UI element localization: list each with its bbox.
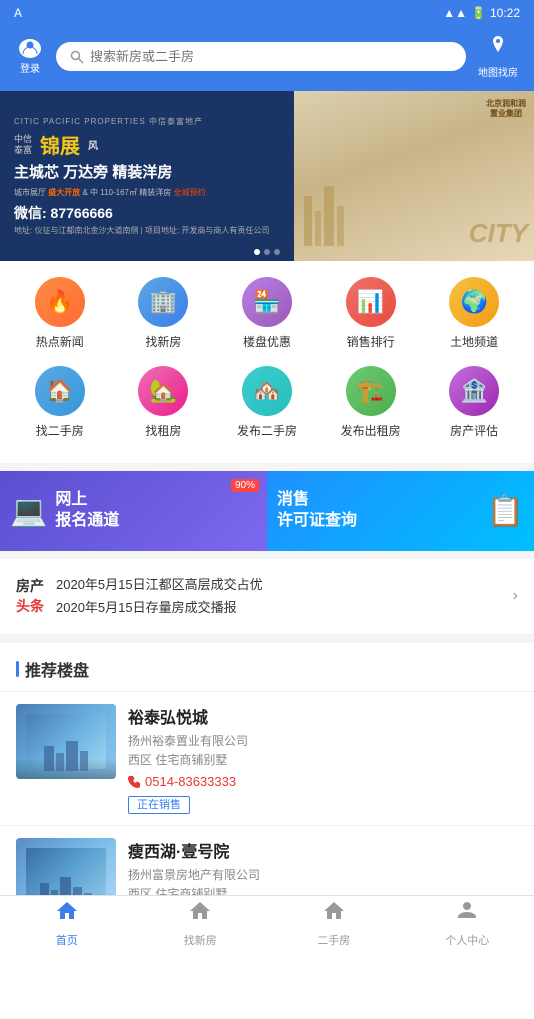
second-hand-nav-icon xyxy=(322,899,346,929)
new-house-nav-icon xyxy=(188,899,212,929)
map-button[interactable]: 地图找房 xyxy=(474,34,522,79)
property-area-1: 西区 住宅商铺别墅 xyxy=(128,751,518,768)
discount-icon: 🏪 xyxy=(242,277,292,327)
nav-home-label: 首页 xyxy=(56,932,78,948)
recommend-title: 推荐楼盘 xyxy=(25,657,89,681)
nav-profile-label: 个人中心 xyxy=(445,932,489,948)
banner-address: 地址: 仪征与江都南北金沙大道南侧 | 项目地址: 开发商与商人有责任公司 xyxy=(14,225,280,236)
time-display: 10:22 xyxy=(490,6,520,20)
second-hand-icon: 🏠 xyxy=(35,366,85,416)
wifi-icon: ▲▲ xyxy=(443,6,467,20)
status-badge-1: 正在销售 xyxy=(128,796,190,814)
land-icon: 🌍 xyxy=(449,277,499,327)
cat-second-hand[interactable]: 🏠 找二手房 xyxy=(20,366,100,439)
category-section: 🔥 热点新闻 🏢 找新房 🏪 楼盘优惠 📊 销售排行 🌍 土地频道 🏠 找二手房… xyxy=(0,261,534,463)
nav-new-house-label: 找新房 xyxy=(184,932,217,948)
hot-news-icon: 🔥 xyxy=(35,277,85,327)
news-list: 2020年5月15日江都区高层成交占优 2020年5月15日存量房成交播报 xyxy=(56,573,501,620)
profile-nav-icon xyxy=(455,899,479,929)
banner-slogan: 主城芯 万达旁 精装洋房 xyxy=(14,162,280,183)
cat-publish-rent[interactable]: 🏗️ 发布出租房 xyxy=(331,366,411,439)
promo-left-line1: 网上 xyxy=(55,490,119,511)
nav-new-house[interactable]: 找新房 xyxy=(134,896,268,950)
property-status-1: 正在销售 xyxy=(128,795,518,813)
property-image-1 xyxy=(16,704,116,779)
banner-phone: 微信: 87766666 xyxy=(14,203,280,223)
category-row-1: 🔥 热点新闻 🏢 找新房 🏪 楼盘优惠 📊 销售排行 🌍 土地频道 xyxy=(8,277,526,350)
banner[interactable]: CITIC PACIFIC PROPERTIES 中信泰富地产 中信泰富 锦展 … xyxy=(0,91,534,261)
property-name-2: 瘦西湖·壹号院 xyxy=(128,838,518,862)
recommend-section: 推荐楼盘 裕泰弘悦城 扬州裕泰置业有限公司 西区 住宅商铺别墅 xyxy=(0,643,534,1019)
sales-rank-icon: 📊 xyxy=(346,277,396,327)
nav-home[interactable]: 首页 xyxy=(0,896,134,950)
login-label: 登录 xyxy=(20,60,40,75)
rent-icon: 🏡 xyxy=(138,366,188,416)
property-name-1: 裕泰弘悦城 xyxy=(128,704,518,728)
home-icon xyxy=(55,899,79,929)
property-info-1: 裕泰弘悦城 扬州裕泰置业有限公司 西区 住宅商铺别墅 0514-83633333… xyxy=(128,704,518,813)
promo-banners: 💻 网上 报名通道 90% 消售 许可证查询 📋 xyxy=(0,471,534,551)
map-label: 地图找房 xyxy=(478,64,518,79)
search-bar[interactable] xyxy=(56,42,466,71)
search-input[interactable] xyxy=(90,49,452,64)
cat-hot-news[interactable]: 🔥 热点新闻 xyxy=(20,277,100,350)
bottom-nav: 首页 找新房 二手房 个人中心 xyxy=(0,895,534,950)
evaluation-icon: 🏦 xyxy=(449,366,499,416)
property-item-1[interactable]: 裕泰弘悦城 扬州裕泰置业有限公司 西区 住宅商铺别墅 0514-83633333… xyxy=(0,691,534,825)
promo-badge: 90% xyxy=(231,479,259,492)
banner-dots xyxy=(0,249,534,255)
building-image: 北京润和润置业集团 CITY xyxy=(294,91,534,261)
news-item-2[interactable]: 2020年5月15日存量房成交播报 xyxy=(56,596,396,619)
recommend-bar-decoration xyxy=(16,661,19,677)
cat-evaluation[interactable]: 🏦 房产评估 xyxy=(434,366,514,439)
property-company-2: 扬州富景房地产有限公司 xyxy=(128,866,518,883)
promo-right-line2: 许可证查询 xyxy=(277,511,357,532)
city-text: CITY xyxy=(469,218,528,249)
dot-3 xyxy=(274,249,280,255)
news-tag-top: 房产 xyxy=(16,576,44,596)
promo-banner-permit[interactable]: 消售 许可证查询 📋 xyxy=(267,471,534,551)
nav-second-hand-label: 二手房 xyxy=(317,932,350,948)
status-bar: A ▲▲ 🔋 10:22 xyxy=(0,0,534,26)
cat-discount[interactable]: 🏪 楼盘优惠 xyxy=(227,277,307,350)
banner-subslogan: 城市展厅 盛大开放 & 中 110-167㎡ 精装洋房 全城预约 xyxy=(14,187,280,198)
map-icon xyxy=(487,34,509,62)
recommend-header: 推荐楼盘 xyxy=(0,643,534,691)
phone-icon-1 xyxy=(128,775,141,788)
cat-land[interactable]: 🌍 土地频道 xyxy=(434,277,514,350)
publish-second-icon: 🏘️ xyxy=(242,366,292,416)
nav-second-hand[interactable]: 二手房 xyxy=(267,896,401,950)
cat-publish-second[interactable]: 🏘️ 发布二手房 xyxy=(227,366,307,439)
banner-right: 北京润和润置业集团 CITY xyxy=(294,91,534,261)
cat-sales-rank[interactable]: 📊 销售排行 xyxy=(331,277,411,350)
login-button[interactable]: 登录 xyxy=(12,39,48,75)
publish-rent-icon: 🏗️ xyxy=(346,366,396,416)
promo-figure-left: 💻 xyxy=(10,494,47,529)
property-phone-1[interactable]: 0514-83633333 xyxy=(128,774,518,789)
banner-tagline: CITIC PACIFIC PROPERTIES 中信泰富地产 xyxy=(14,116,280,127)
cat-rent[interactable]: 🏡 找租房 xyxy=(123,366,203,439)
dot-2 xyxy=(264,249,270,255)
category-row-2: 🏠 找二手房 🏡 找租房 🏘️ 发布二手房 🏗️ 发布出租房 🏦 房产评估 xyxy=(8,366,526,439)
status-signal-left: A xyxy=(14,6,22,20)
cat-new-house[interactable]: 🏢 找新房 xyxy=(123,277,203,350)
promo-right-line1: 消售 xyxy=(277,490,357,511)
property-company-1: 扬州裕泰置业有限公司 xyxy=(128,732,518,749)
new-house-icon: 🏢 xyxy=(138,277,188,327)
news-tag-bottom: 头条 xyxy=(16,596,44,616)
nav-profile[interactable]: 个人中心 xyxy=(401,896,534,950)
banner-left: CITIC PACIFIC PROPERTIES 中信泰富地产 中信泰富 锦展 … xyxy=(0,91,294,261)
news-item-1[interactable]: 2020年5月15日江都区高层成交占优 xyxy=(56,573,396,596)
promo-left-line2: 报名通道 xyxy=(55,511,119,532)
promo-figure-right: 📋 xyxy=(487,494,524,529)
search-icon xyxy=(70,50,84,64)
banner-logo: 锦展 xyxy=(40,130,80,159)
news-arrow: › xyxy=(513,587,518,605)
dot-1 xyxy=(254,249,260,255)
news-section[interactable]: 房产 头条 2020年5月15日江都区高层成交占优 2020年5月15日存量房成… xyxy=(0,559,534,635)
news-tag: 房产 头条 xyxy=(16,576,44,616)
battery-icon: 🔋 xyxy=(471,6,486,20)
header: 登录 地图找房 xyxy=(0,26,534,91)
promo-banner-register[interactable]: 💻 网上 报名通道 90% xyxy=(0,471,267,551)
